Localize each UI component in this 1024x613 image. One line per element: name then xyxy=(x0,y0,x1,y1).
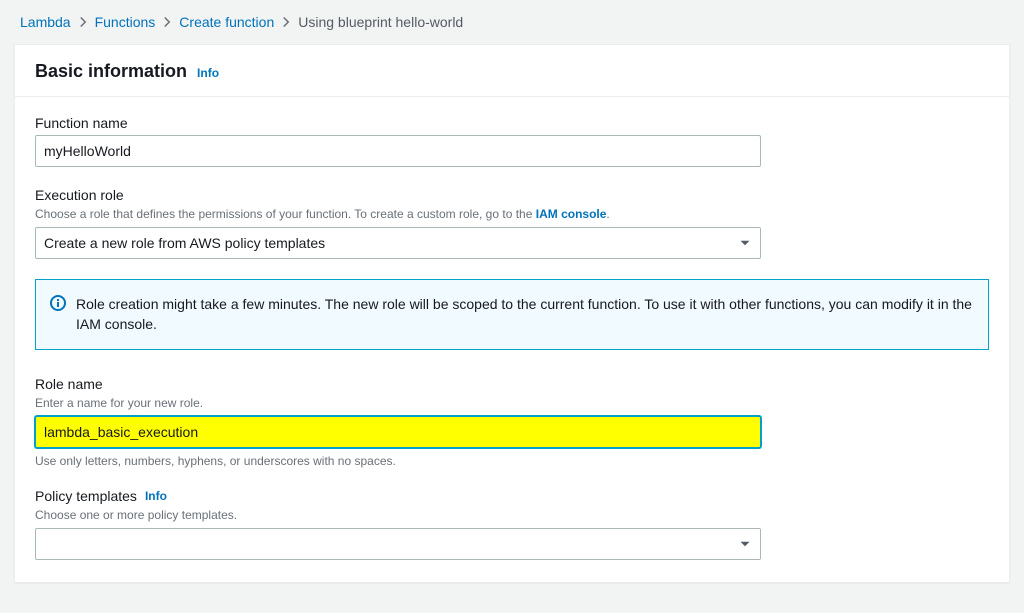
role-name-label: Role name xyxy=(35,376,989,392)
execution-role-desc: Choose a role that defines the permissio… xyxy=(35,207,989,221)
chevron-right-icon xyxy=(77,16,89,28)
role-creation-info-box: Role creation might take a few minutes. … xyxy=(35,279,989,350)
role-name-field: Role name Enter a name for your new role… xyxy=(35,376,989,468)
execution-role-field: Execution role Choose a role that define… xyxy=(35,187,989,259)
iam-console-link[interactable]: IAM console xyxy=(536,207,607,221)
policy-templates-desc: Choose one or more policy templates. xyxy=(35,508,989,522)
policy-templates-label: Policy templates Info xyxy=(35,488,989,504)
role-name-input[interactable] xyxy=(35,416,761,448)
execution-role-value: Create a new role from AWS policy templa… xyxy=(44,235,325,251)
breadcrumb-current: Using blueprint hello-world xyxy=(298,14,463,30)
role-name-hint: Use only letters, numbers, hyphens, or u… xyxy=(35,454,989,468)
execution-role-label: Execution role xyxy=(35,187,989,203)
breadcrumb-functions[interactable]: Functions xyxy=(95,14,156,30)
info-box-message: Role creation might take a few minutes. … xyxy=(76,294,972,335)
role-name-desc: Enter a name for your new role. xyxy=(35,396,989,410)
info-icon xyxy=(50,295,66,335)
panel-title: Basic information xyxy=(35,61,187,82)
execution-role-select[interactable]: Create a new role from AWS policy templa… xyxy=(35,227,761,259)
panel-header: Basic information Info xyxy=(15,45,1009,97)
function-name-label: Function name xyxy=(35,115,989,131)
policy-templates-info-link[interactable]: Info xyxy=(145,489,167,503)
function-name-input[interactable] xyxy=(35,135,761,167)
breadcrumb: Lambda Functions Create function Using b… xyxy=(0,0,1024,44)
policy-templates-field: Policy templates Info Choose one or more… xyxy=(35,488,989,560)
breadcrumb-lambda[interactable]: Lambda xyxy=(20,14,71,30)
breadcrumb-create-function[interactable]: Create function xyxy=(179,14,274,30)
chevron-right-icon xyxy=(161,16,173,28)
chevron-right-icon xyxy=(280,16,292,28)
panel-body: Function name Execution role Choose a ro… xyxy=(15,97,1009,582)
function-name-field: Function name xyxy=(35,115,989,167)
basic-information-panel: Basic information Info Function name Exe… xyxy=(14,44,1010,583)
policy-templates-select[interactable] xyxy=(35,528,761,560)
panel-info-link[interactable]: Info xyxy=(197,66,219,80)
